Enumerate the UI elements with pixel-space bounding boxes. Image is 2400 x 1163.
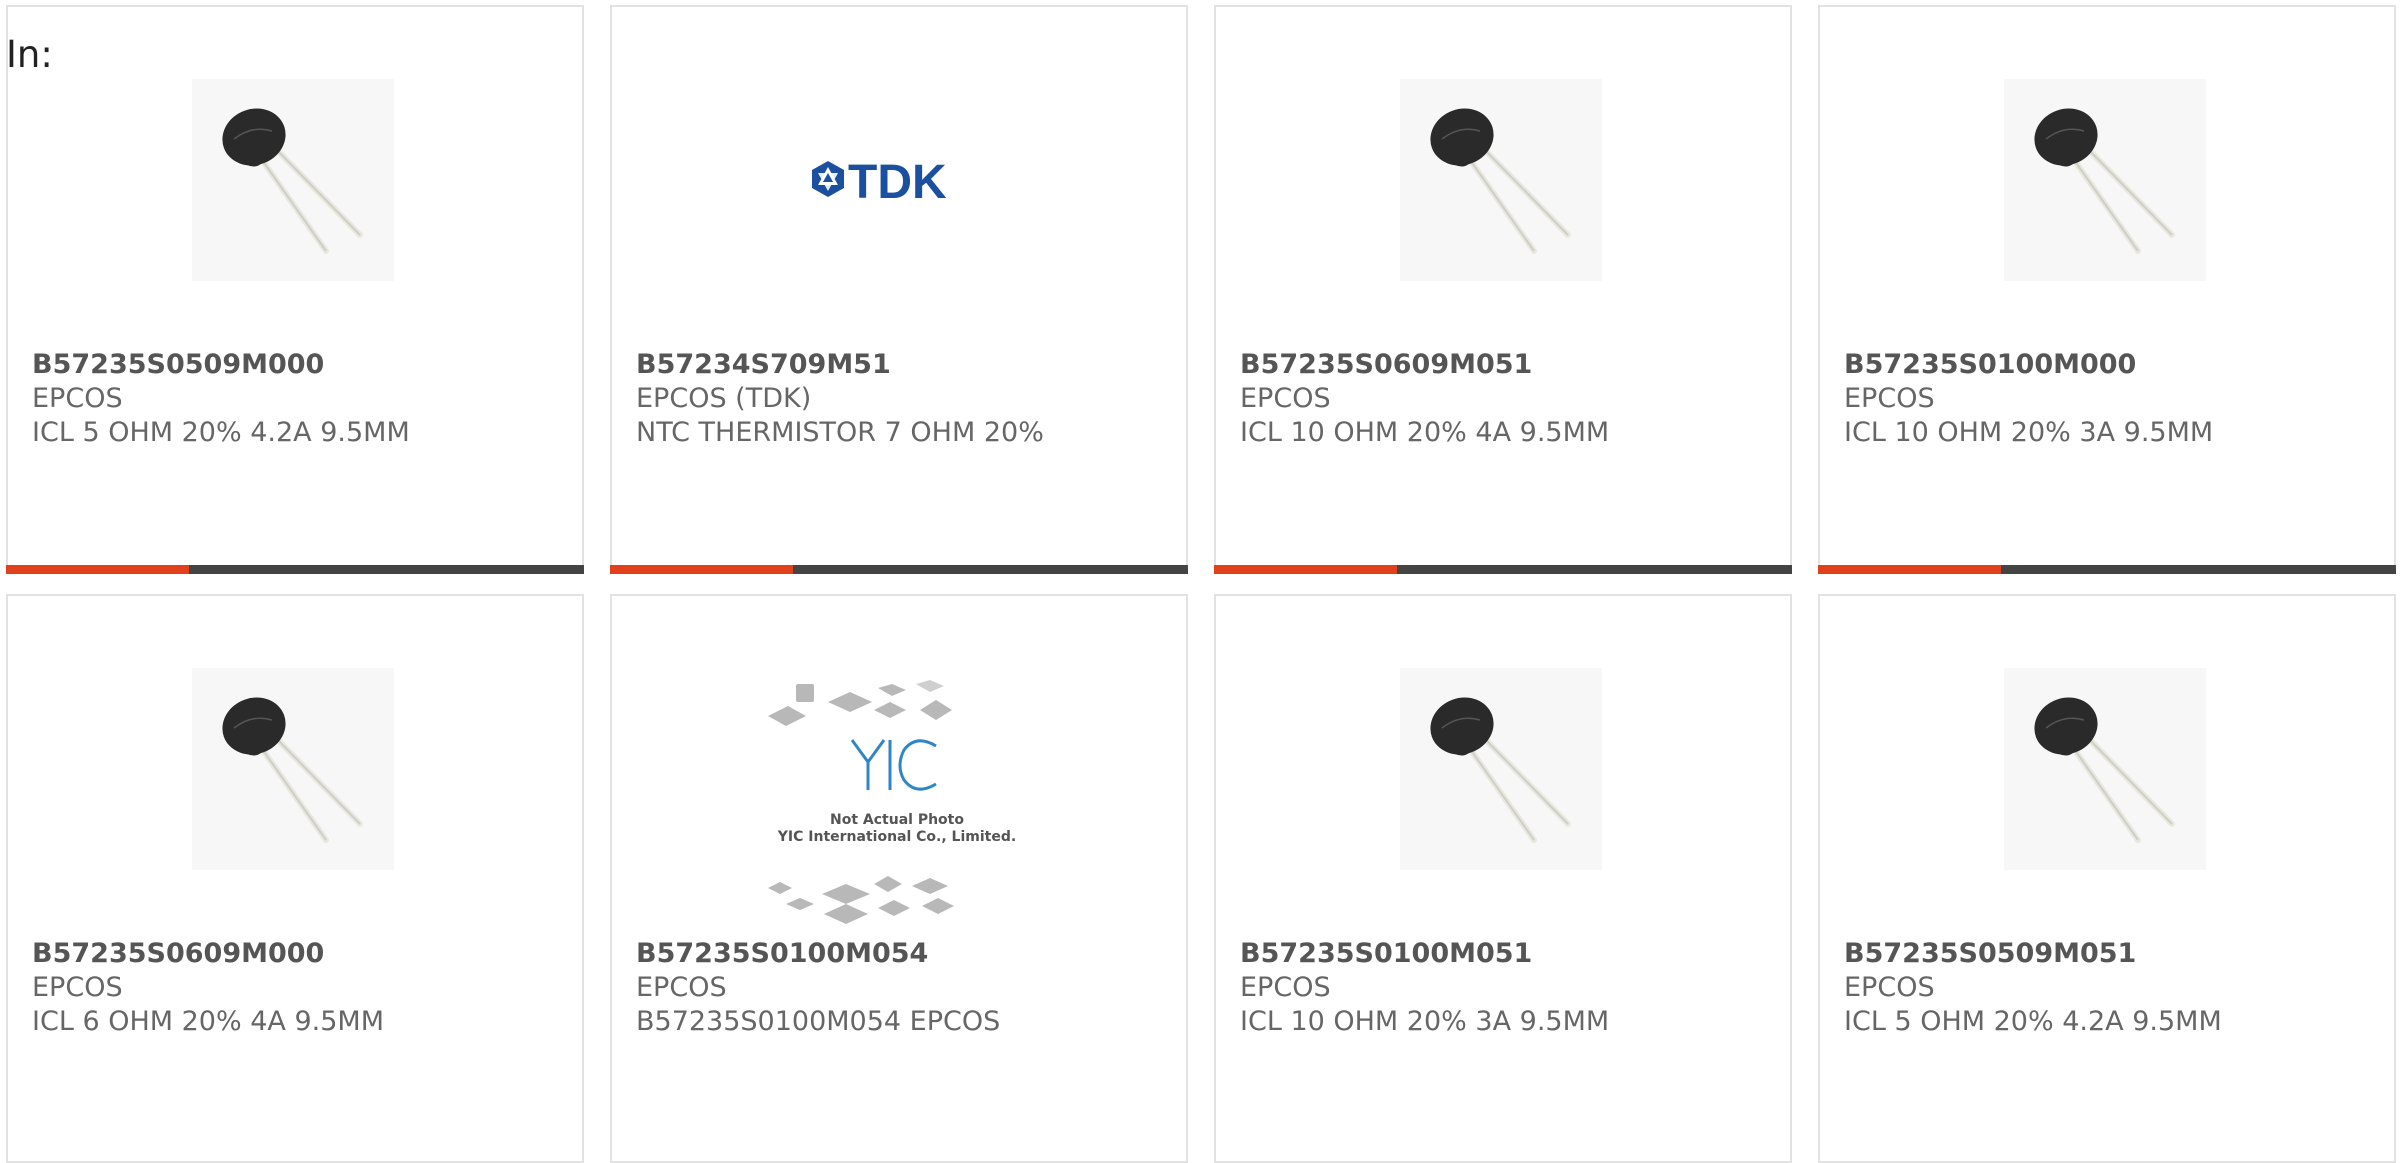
description: B57235S0100M054 EPCOS	[636, 1006, 1001, 1037]
rating-bar-fill	[610, 565, 793, 574]
description: ICL 10 OHM 20% 3A 9.5MM	[1844, 417, 2214, 448]
thermistor-icon	[222, 108, 363, 254]
part-number[interactable]: B57234S709M51	[636, 349, 891, 380]
description: ICL 5 OHM 20% 4.2A 9.5MM	[1844, 1006, 2222, 1037]
part-number[interactable]: B57235S0100M051	[1240, 938, 1532, 969]
description: ICL 10 OHM 20% 3A 9.5MM	[1240, 1006, 1610, 1037]
thermistor-photo[interactable]	[1400, 79, 1602, 281]
rating-bar	[6, 565, 584, 574]
thermistor-photo[interactable]	[2004, 668, 2206, 870]
rating-bar-fill	[1214, 565, 1397, 574]
product-card[interactable]: B57235S0100M051 EPCOS ICL 10 OHM 20% 3A …	[1214, 594, 1792, 1163]
tdk-logo-icon: TDK	[812, 156, 947, 209]
component-collage-icon	[768, 680, 954, 924]
product-card[interactable]: Not Actual Photo YIC International Co., …	[610, 594, 1188, 1163]
yic-placeholder-image[interactable]: Not Actual Photo YIC International Co., …	[766, 680, 1028, 928]
thermistor-photo[interactable]	[192, 668, 394, 870]
description: NTC THERMISTOR 7 OHM 20%	[636, 417, 1044, 448]
thermistor-icon	[2034, 697, 2175, 843]
description: ICL 5 OHM 20% 4.2A 9.5MM	[32, 417, 410, 448]
part-number[interactable]: B57235S0509M051	[1844, 938, 2136, 969]
placeholder-caption-line1: Not Actual Photo	[830, 812, 964, 828]
thermistor-photo[interactable]	[2004, 79, 2206, 281]
thermistor-icon	[222, 697, 363, 843]
rating-bar	[1818, 565, 2396, 574]
product-card[interactable]: B57235S0100M000 EPCOS ICL 10 OHM 20% 3A …	[1818, 5, 2396, 574]
rating-bar	[610, 565, 1188, 574]
description: ICL 10 OHM 20% 4A 9.5MM	[1240, 417, 1610, 448]
manufacturer: EPCOS	[32, 383, 123, 414]
thermistor-photo[interactable]	[192, 79, 394, 281]
manufacturer: EPCOS	[1240, 972, 1331, 1003]
manufacturer: EPCOS	[32, 972, 123, 1003]
tdk-logo-text: TDK	[848, 156, 947, 209]
thermistor-icon	[1430, 108, 1571, 254]
product-card[interactable]: B57235S0609M051 EPCOS ICL 10 OHM 20% 4A …	[1214, 5, 1792, 574]
product-card[interactable]: TDK B57234S709M51 EPCOS (TDK) NTC THERMI…	[610, 5, 1188, 574]
description: ICL 6 OHM 20% 4A 9.5MM	[32, 1006, 384, 1037]
manufacturer: EPCOS	[1240, 383, 1331, 414]
product-grid: B57235S0509M000 EPCOS ICL 5 OHM 20% 4.2A…	[6, 5, 2396, 1163]
manufacturer: EPCOS	[1844, 383, 1935, 414]
rating-bar-fill	[1818, 565, 2001, 574]
placeholder-caption: Not Actual Photo YIC International Co., …	[766, 812, 1028, 846]
rating-bar-fill	[6, 565, 189, 574]
rating-bar	[1214, 565, 1792, 574]
thermistor-icon	[1430, 697, 1571, 843]
placeholder-caption-line2: YIC International Co., Limited.	[777, 829, 1017, 845]
part-number[interactable]: B57235S0100M054	[636, 938, 928, 969]
part-number[interactable]: B57235S0609M000	[32, 938, 324, 969]
manufacturer: EPCOS (TDK)	[636, 383, 812, 414]
part-number[interactable]: B57235S0609M051	[1240, 349, 1532, 380]
part-number[interactable]: B57235S0100M000	[1844, 349, 2136, 380]
product-card[interactable]: B57235S0509M000 EPCOS ICL 5 OHM 20% 4.2A…	[6, 5, 584, 574]
product-card[interactable]: B57235S0609M000 EPCOS ICL 6 OHM 20% 4A 9…	[6, 594, 584, 1163]
product-card[interactable]: B57235S0509M051 EPCOS ICL 5 OHM 20% 4.2A…	[1818, 594, 2396, 1163]
part-number[interactable]: B57235S0509M000	[32, 349, 324, 380]
thermistor-photo[interactable]	[1400, 668, 1602, 870]
manufacturer: EPCOS	[1844, 972, 1935, 1003]
thermistor-icon	[2034, 108, 2175, 254]
manufacturer: EPCOS	[636, 972, 727, 1003]
tdk-logo-image[interactable]: TDK	[796, 79, 998, 281]
page-label: In:	[6, 33, 53, 76]
